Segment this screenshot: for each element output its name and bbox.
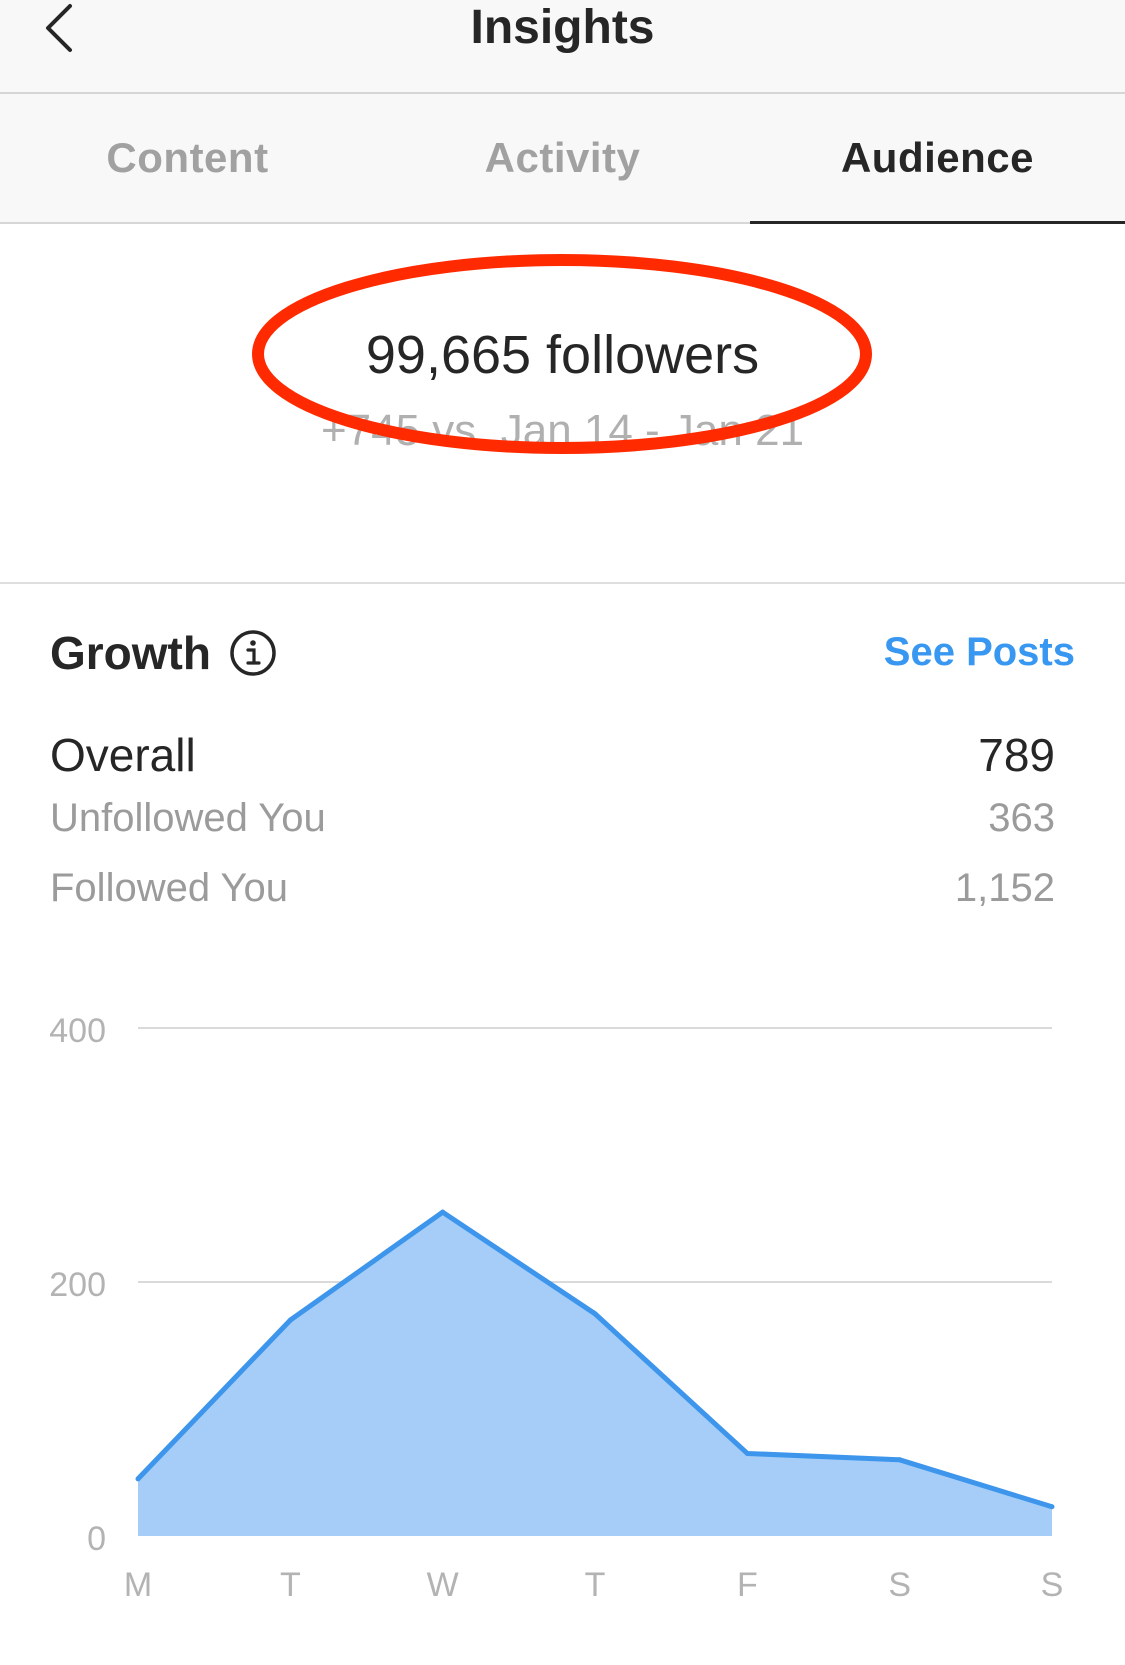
x-tick-label: M [124, 1566, 152, 1604]
data-point [744, 1450, 750, 1456]
nav-bar: Insights [0, 0, 1125, 94]
see-posts-link[interactable]: See Posts [884, 630, 1075, 675]
stat-row-overall: Overall 789 [50, 728, 1055, 782]
info-icon[interactable] [229, 629, 277, 677]
x-tick-label: F [737, 1566, 758, 1604]
tab-content[interactable]: Content [0, 94, 375, 222]
y-tick-label: 400 [49, 1012, 106, 1050]
followers-summary: +745 vs. Jan 14 - Jan 21 99,665 follower… [0, 224, 1125, 584]
stat-label: Followed You [50, 866, 288, 910]
stat-label: Overall [50, 729, 196, 781]
stat-label: Unfollowed You [50, 796, 326, 840]
data-point [897, 1457, 903, 1463]
x-tick-label: T [280, 1566, 301, 1604]
followers-count: 99,665 followers [365, 325, 760, 385]
y-tick-label: 200 [49, 1266, 106, 1304]
x-tick-label: T [585, 1566, 606, 1604]
data-point [135, 1476, 141, 1482]
tab-bar: Content Activity Audience [0, 94, 1125, 224]
area-fill [138, 1212, 1052, 1536]
data-point [287, 1317, 293, 1323]
data-point [1049, 1504, 1055, 1510]
stat-value: 789 [978, 729, 1055, 781]
growth-chart: 0 200 400 M T W T F S S [0, 980, 1125, 1620]
x-tick-label: S [1041, 1566, 1064, 1604]
stat-row-unfollowed: Unfollowed You 363 [50, 796, 1055, 841]
followers-delta: +745 vs. Jan 14 - Jan 21 [320, 406, 805, 455]
stat-value: 363 [988, 796, 1055, 840]
x-tick-label: W [427, 1566, 459, 1604]
growth-title: Growth [50, 627, 211, 679]
tab-audience[interactable]: Audience [750, 94, 1125, 224]
tab-activity[interactable]: Activity [375, 94, 750, 222]
stat-row-followed: Followed You 1,152 [50, 866, 1055, 911]
y-tick-label: 0 [87, 1520, 106, 1558]
growth-header: Growth [50, 626, 277, 680]
data-point [592, 1311, 598, 1317]
page-title: Insights [470, 1, 655, 54]
growth-chart-svg: 0 200 400 M T W T F S S [49, 1012, 1064, 1604]
x-tick-label: S [888, 1566, 911, 1604]
stat-value: 1,152 [954, 866, 1055, 910]
data-point [440, 1209, 446, 1215]
